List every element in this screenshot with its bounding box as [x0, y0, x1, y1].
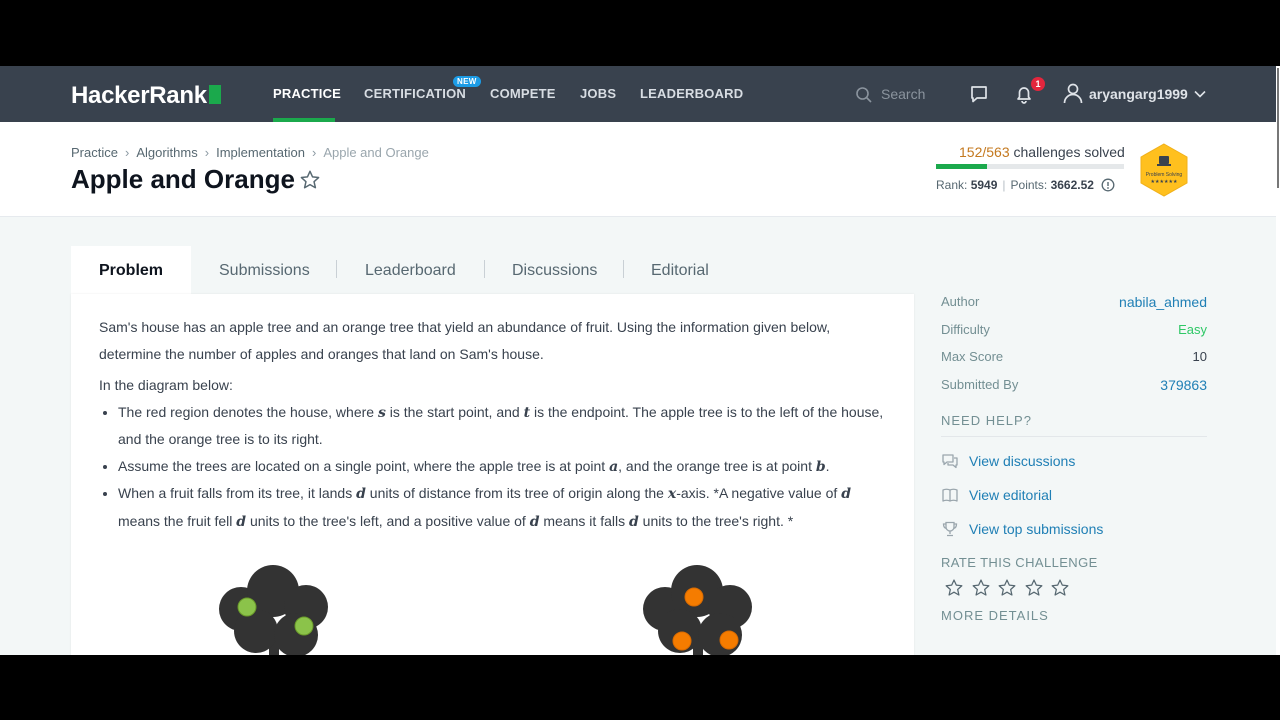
nav-compete[interactable]: COMPETE [490, 86, 556, 101]
difficulty-row: Difficulty Easy [941, 321, 1207, 337]
tab-leaderboard[interactable]: Leaderboard [365, 262, 456, 280]
search-input[interactable]: Search [881, 86, 925, 102]
bookmark-star-icon[interactable] [299, 169, 321, 191]
chevron-right-icon: › [311, 145, 317, 161]
max-score-row: Max Score 10 [941, 349, 1207, 364]
page-scrollbar[interactable] [1276, 66, 1280, 655]
search-icon [856, 87, 872, 103]
scrollbar-thumb[interactable] [1277, 68, 1279, 188]
info-icon[interactable] [1101, 178, 1115, 192]
tab-problem[interactable]: Problem [99, 262, 163, 280]
rank-points: Rank: 5949 | Points: 3662.52 [936, 178, 1115, 192]
search-box[interactable]: Search [855, 84, 945, 104]
chevron-right-icon: › [124, 145, 130, 161]
tab-divider [336, 260, 337, 278]
bullet-trees: Assume the trees are located on a single… [118, 453, 889, 481]
rate-star-icon-4[interactable] [1024, 578, 1044, 598]
submitted-by-row: Submitted By 379863 [941, 376, 1207, 393]
tab-discussions[interactable]: Discussions [512, 262, 597, 280]
rate-star-icon-1[interactable] [944, 578, 964, 598]
view-top-submissions-link[interactable]: View top submissions [941, 521, 1207, 555]
max-score-value: 10 [1192, 349, 1207, 364]
tab-divider [484, 260, 485, 278]
more-details-heading: MORE DETAILS [941, 608, 1049, 623]
hackerrank-logo[interactable]: HackerRank [71, 82, 221, 110]
breadcrumb: Practice › Algorithms › Implementation › Apple… [71, 144, 429, 160]
need-help-heading: NEED HELP? [941, 413, 1207, 437]
problem-bullets: The red region denotes the house, where … [118, 399, 889, 536]
points-value: 3662.52 [1050, 178, 1094, 192]
orange-tree-icon [643, 565, 752, 655]
diagram-caption: In the diagram below: [99, 377, 233, 393]
submitted-by-link[interactable]: 379863 [1160, 377, 1207, 393]
nav-leaderboard[interactable]: LEADERBOARD [640, 86, 743, 101]
challenge-header: Practice › Algorithms › Implementation › Apple… [0, 122, 1278, 217]
rate-challenge-heading: RATE THIS CHALLENGE [941, 555, 1098, 570]
new-badge: NEW [453, 76, 481, 87]
user-avatar-icon[interactable] [1062, 82, 1084, 104]
apple-tree-icon [219, 565, 328, 655]
view-editorial-link[interactable]: View editorial [941, 487, 1207, 521]
problem-statement-card: Sam's house has an apple tree and an ora… [71, 294, 914, 655]
svg-text:Problem Solving: Problem Solving [1146, 172, 1183, 178]
top-navbar: HackerRank PRACTICE CERTIFICATION NEW CO… [0, 66, 1278, 122]
discussion-icon [942, 454, 958, 469]
tab-submissions[interactable]: Submissions [219, 262, 310, 280]
problem-intro: Sam's house has an apple tree and an ora… [99, 319, 831, 362]
trophy-icon [942, 521, 958, 537]
solved-progress-bar [936, 164, 1124, 169]
problem-solving-badge-icon[interactable]: Problem Solving ★★★★★★ [1138, 142, 1190, 198]
username-menu[interactable]: aryangarg1999 [1089, 86, 1188, 102]
rate-star-icon-2[interactable] [971, 578, 991, 598]
nav-practice[interactable]: PRACTICE [273, 86, 341, 101]
book-icon [942, 488, 958, 502]
nav-certification[interactable]: CERTIFICATION [364, 86, 466, 101]
author-row: Author nabila_ahmed [941, 294, 1207, 310]
bullet-house: The red region denotes the house, where … [118, 399, 889, 453]
notification-count-badge: 1 [1031, 77, 1045, 91]
breadcrumb-practice[interactable]: Practice [71, 145, 118, 160]
view-discussions-link[interactable]: View discussions [941, 453, 1207, 487]
chevron-down-icon[interactable] [1194, 89, 1206, 99]
breadcrumb-algorithms[interactable]: Algorithms [136, 145, 197, 160]
progress-fill [936, 164, 987, 169]
difficulty-value: Easy [1178, 321, 1207, 337]
challenges-solved: 152/563 challenges solved [959, 144, 1125, 160]
author-link[interactable]: nabila_ahmed [1119, 294, 1207, 310]
challenge-sidebar: Author nabila_ahmed Difficulty Easy Max Sc… [941, 294, 1207, 623]
messages-icon[interactable] [969, 84, 989, 104]
nav-jobs[interactable]: JOBS [580, 86, 616, 101]
breadcrumb-implementation[interactable]: Implementation [216, 145, 305, 160]
rate-star-icon-5[interactable] [1050, 578, 1070, 598]
problem-statement: Sam's house has an apple tree and an ora… [99, 314, 889, 535]
browser-viewport: HackerRank PRACTICE CERTIFICATION NEW CO… [0, 66, 1278, 655]
rank-value: 5949 [970, 178, 998, 192]
page-title: Apple and Orange [71, 164, 295, 194]
svg-text:★★★★★★: ★★★★★★ [1151, 179, 1178, 185]
rating-stars [941, 578, 1207, 608]
tab-editorial[interactable]: Editorial [651, 262, 709, 280]
breadcrumb-current: Apple and Orange [323, 145, 429, 161]
chevron-right-icon: › [204, 145, 210, 161]
apple-orange-diagram [219, 565, 752, 655]
bullet-fruit-fall: When a fruit falls from its tree, it lan… [118, 480, 889, 535]
rate-star-icon-3[interactable] [997, 578, 1017, 598]
tab-divider [623, 260, 624, 278]
